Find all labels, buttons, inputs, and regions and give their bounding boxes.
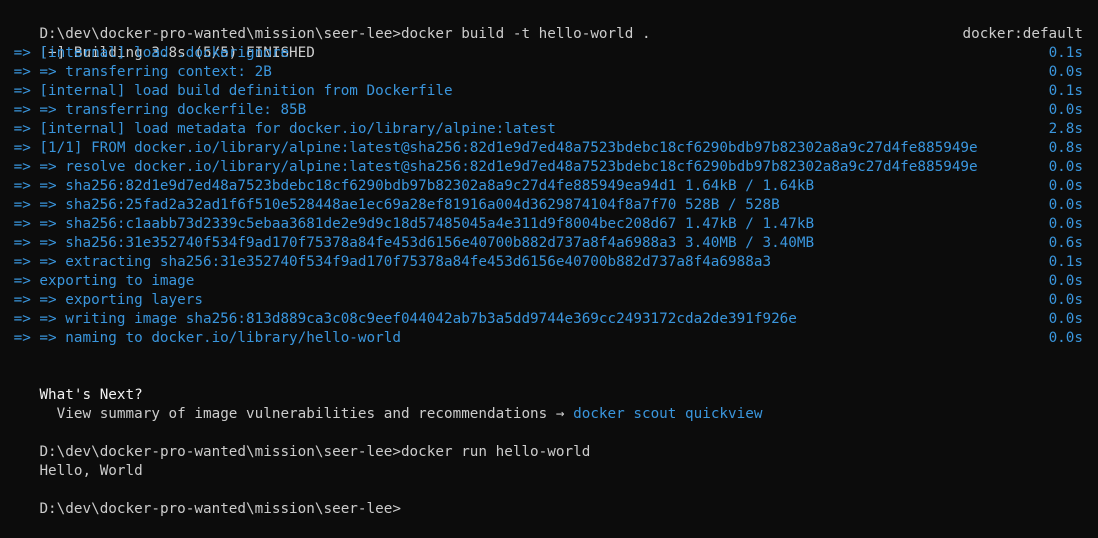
build-step-line: => [internal] load .dockerignore 0.1s <box>5 44 1083 63</box>
shell-prompt: D:\dev\docker-pro-wanted\mission\seer-le… <box>39 501 401 517</box>
build-step-line: => => sha256:25fad2a32ad1f6f510e528448ae… <box>5 196 1083 215</box>
build-step-text: => => sha256:c1aabb73d2339c5ebaa3681de2e… <box>5 216 815 232</box>
build-step-time: 0.0s <box>1048 102 1083 118</box>
build-step-time: 0.0s <box>1048 197 1083 213</box>
build-step-line: => => resolve docker.io/library/alpine:l… <box>5 158 1083 177</box>
build-step-line: => => extracting sha256:31e352740f534f9a… <box>5 253 1083 272</box>
build-step-line: => => transferring dockerfile: 85B 0.0s <box>5 101 1083 120</box>
build-step-line: => [1/1] FROM docker.io/library/alpine:l… <box>5 139 1083 158</box>
build-step-line: => [internal] load metadata for docker.i… <box>5 120 1083 139</box>
build-status-line: [+] Building 3.8s (5/5) FINISHED docker:… <box>5 25 1083 61</box>
build-step-text: => => naming to docker.io/library/hello-… <box>5 330 401 346</box>
build-step-time: 0.0s <box>1048 178 1083 194</box>
build-step-time: 0.6s <box>1048 235 1083 251</box>
whats-next-heading-line: What's Next? <box>5 367 1083 403</box>
view-summary-line: View summary of image vulnerabilities an… <box>5 386 1083 422</box>
build-step-text: => => resolve docker.io/library/alpine:l… <box>5 159 978 175</box>
build-step-line: => => sha256:31e352740f534f9ad170f75378a… <box>5 234 1083 253</box>
build-step-time: 0.0s <box>1048 64 1083 80</box>
build-step-text: => => transferring dockerfile: 85B <box>5 102 307 118</box>
build-step-line: => => transferring context: 2B 0.0s <box>5 63 1083 82</box>
builder-name: docker:default <box>962 26 1083 42</box>
build-step-time: 0.1s <box>1048 83 1083 99</box>
build-step-text: => => writing image sha256:813d889ca3c08… <box>5 311 797 327</box>
build-step-time: 0.0s <box>1048 216 1083 232</box>
build-step-line: => => exporting layers 0.0s <box>5 291 1083 310</box>
build-step-text: => [internal] load .dockerignore <box>5 45 290 61</box>
build-step-time: 2.8s <box>1048 121 1083 137</box>
build-step-time: 0.0s <box>1048 292 1083 308</box>
program-output-line: Hello, World <box>5 443 1083 479</box>
build-step-time: 0.0s <box>1048 159 1083 175</box>
build-step-line: => => sha256:82d1e9d7ed48a7523bdebc18cf6… <box>5 177 1083 196</box>
build-step-text: => => sha256:25fad2a32ad1f6f510e528448ae… <box>5 197 780 213</box>
terminal-window[interactable]: D:\dev\docker-pro-wanted\mission\seer-le… <box>0 0 1098 517</box>
prompt-line[interactable]: D:\dev\docker-pro-wanted\mission\seer-le… <box>5 481 1083 517</box>
build-step-text: => => extracting sha256:31e352740f534f9a… <box>5 254 772 270</box>
build-step-text: => exporting to image <box>5 273 195 289</box>
build-step-text: => => sha256:31e352740f534f9ad170f75378a… <box>5 235 815 251</box>
build-step-text: => => transferring context: 2B <box>5 64 272 80</box>
build-steps: => [internal] load .dockerignore 0.1s => … <box>5 44 1098 348</box>
build-step-time: 0.0s <box>1048 330 1083 346</box>
build-step-text: => [internal] load build definition from… <box>5 83 453 99</box>
command-line-run: D:\dev\docker-pro-wanted\mission\seer-le… <box>5 424 1083 460</box>
build-step-line: => => sha256:c1aabb73d2339c5ebaa3681de2e… <box>5 215 1083 234</box>
build-step-time: 0.8s <box>1048 140 1083 156</box>
build-step-time: 0.1s <box>1048 254 1083 270</box>
build-step-line: => [internal] load build definition from… <box>5 82 1083 101</box>
build-step-time: 0.0s <box>1048 311 1083 327</box>
build-step-text: => => sha256:82d1e9d7ed48a7523bdebc18cf6… <box>5 178 815 194</box>
build-step-time: 0.0s <box>1048 273 1083 289</box>
build-step-text: => [1/1] FROM docker.io/library/alpine:l… <box>5 140 978 156</box>
command-line-build: D:\dev\docker-pro-wanted\mission\seer-le… <box>5 6 1083 42</box>
build-step-line: => => naming to docker.io/library/hello-… <box>5 329 1083 348</box>
build-step-line: => exporting to image 0.0s <box>5 272 1083 291</box>
build-step-time: 0.1s <box>1048 45 1083 61</box>
build-step-text: => => exporting layers <box>5 292 203 308</box>
build-step-text: => [internal] load metadata for docker.i… <box>5 121 556 137</box>
build-step-line: => => writing image sha256:813d889ca3c08… <box>5 310 1083 329</box>
